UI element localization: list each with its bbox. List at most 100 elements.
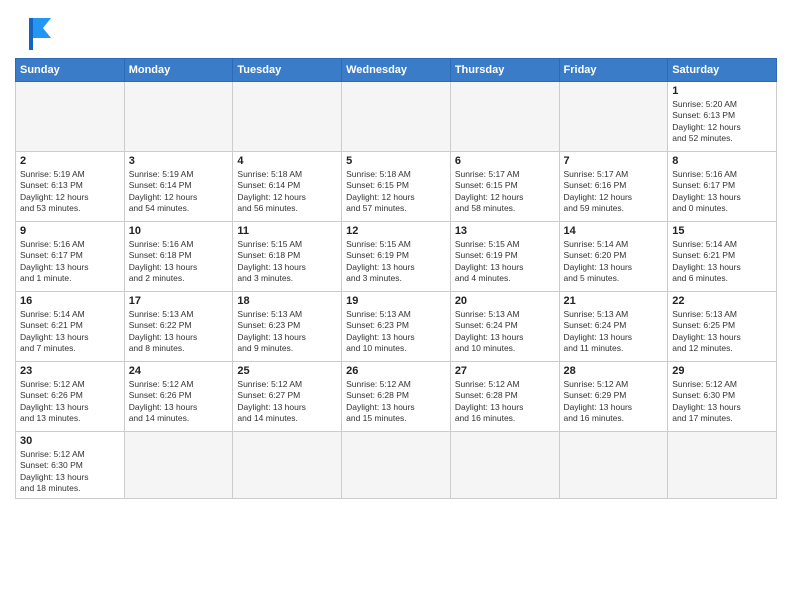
day-info: Sunrise: 5:18 AM Sunset: 6:15 PM Dayligh… — [346, 169, 446, 215]
day-info: Sunrise: 5:15 AM Sunset: 6:19 PM Dayligh… — [346, 239, 446, 285]
day-number: 5 — [346, 155, 446, 167]
calendar-day-cell: 29 Sunrise: 5:12 AM Sunset: 6:30 PM Dayli… — [668, 362, 777, 432]
day-info: Sunrise: 5:13 AM Sunset: 6:22 PM Dayligh… — [129, 309, 229, 355]
calendar-day-cell: 10 Sunrise: 5:16 AM Sunset: 6:18 PM Dayli… — [124, 222, 233, 292]
day-info: Sunrise: 5:13 AM Sunset: 6:23 PM Dayligh… — [346, 309, 446, 355]
day-info: Sunrise: 5:12 AM Sunset: 6:27 PM Dayligh… — [237, 379, 337, 425]
day-info: Sunrise: 5:12 AM Sunset: 6:28 PM Dayligh… — [455, 379, 555, 425]
day-info: Sunrise: 5:14 AM Sunset: 6:20 PM Dayligh… — [564, 239, 664, 285]
calendar-week-row: 16 Sunrise: 5:14 AM Sunset: 6:21 PM Dayli… — [16, 292, 777, 362]
day-number: 27 — [455, 365, 555, 377]
calendar-header-monday: Monday — [124, 59, 233, 82]
calendar-day-cell: 8Sunrise: 5:16 AM Sunset: 6:17 PM Daylig… — [668, 152, 777, 222]
calendar-day-cell: 7 Sunrise: 5:17 AM Sunset: 6:16 PM Daylig… — [559, 152, 668, 222]
calendar-day-cell — [450, 82, 559, 152]
calendar-day-cell: 26Sunrise: 5:12 AM Sunset: 6:28 PM Dayli… — [342, 362, 451, 432]
day-number: 19 — [346, 295, 446, 307]
page: SundayMondayTuesdayWednesdayThursdayFrid… — [0, 0, 792, 612]
calendar-day-cell: 14 Sunrise: 5:14 AM Sunset: 6:20 PM Dayli… — [559, 222, 668, 292]
calendar-day-cell: 15Sunrise: 5:14 AM Sunset: 6:21 PM Dayli… — [668, 222, 777, 292]
header-area — [15, 10, 777, 50]
day-number: 21 — [564, 295, 664, 307]
calendar-day-cell: 23 Sunrise: 5:12 AM Sunset: 6:26 PM Dayli… — [16, 362, 125, 432]
day-number: 25 — [237, 365, 337, 377]
calendar-day-cell — [233, 432, 342, 499]
day-number: 28 — [564, 365, 664, 377]
calendar-day-cell: 4 Sunrise: 5:18 AM Sunset: 6:14 PM Daylig… — [233, 152, 342, 222]
day-number: 30 — [20, 435, 120, 447]
calendar-day-cell: 17Sunrise: 5:13 AM Sunset: 6:22 PM Dayli… — [124, 292, 233, 362]
calendar-day-cell: 5 Sunrise: 5:18 AM Sunset: 6:15 PM Daylig… — [342, 152, 451, 222]
calendar-day-cell: 2 Sunrise: 5:19 AM Sunset: 6:13 PM Daylig… — [16, 152, 125, 222]
day-number: 7 — [564, 155, 664, 167]
day-number: 6 — [455, 155, 555, 167]
calendar-day-cell: 6Sunrise: 5:17 AM Sunset: 6:15 PM Daylig… — [450, 152, 559, 222]
calendar-day-cell — [124, 82, 233, 152]
calendar-week-row: 1 Sunrise: 5:20 AM Sunset: 6:13 PM Daylig… — [16, 82, 777, 152]
calendar-day-cell — [342, 82, 451, 152]
calendar-day-cell: 28Sunrise: 5:12 AM Sunset: 6:29 PM Dayli… — [559, 362, 668, 432]
calendar-day-cell: 22Sunrise: 5:13 AM Sunset: 6:25 PM Dayli… — [668, 292, 777, 362]
day-number: 12 — [346, 225, 446, 237]
day-info: Sunrise: 5:17 AM Sunset: 6:16 PM Dayligh… — [564, 169, 664, 215]
day-info: Sunrise: 5:19 AM Sunset: 6:14 PM Dayligh… — [129, 169, 229, 215]
calendar-week-row: 30 Sunrise: 5:12 AM Sunset: 6:30 PM Dayli… — [16, 432, 777, 499]
day-number: 11 — [237, 225, 337, 237]
calendar-day-cell — [559, 432, 668, 499]
calendar-day-cell — [559, 82, 668, 152]
calendar-day-cell: 20Sunrise: 5:13 AM Sunset: 6:24 PM Dayli… — [450, 292, 559, 362]
calendar-day-cell: 25 Sunrise: 5:12 AM Sunset: 6:27 PM Dayli… — [233, 362, 342, 432]
calendar-day-cell: 1 Sunrise: 5:20 AM Sunset: 6:13 PM Daylig… — [668, 82, 777, 152]
day-number: 3 — [129, 155, 229, 167]
day-number: 2 — [20, 155, 120, 167]
day-info: Sunrise: 5:12 AM Sunset: 6:26 PM Dayligh… — [129, 379, 229, 425]
day-number: 14 — [564, 225, 664, 237]
day-info: Sunrise: 5:15 AM Sunset: 6:19 PM Dayligh… — [455, 239, 555, 285]
day-number: 24 — [129, 365, 229, 377]
day-info: Sunrise: 5:14 AM Sunset: 6:21 PM Dayligh… — [20, 309, 120, 355]
day-info: Sunrise: 5:15 AM Sunset: 6:18 PM Dayligh… — [237, 239, 337, 285]
day-info: Sunrise: 5:13 AM Sunset: 6:23 PM Dayligh… — [237, 309, 337, 355]
calendar-day-cell: 18Sunrise: 5:13 AM Sunset: 6:23 PM Dayli… — [233, 292, 342, 362]
calendar-header-thursday: Thursday — [450, 59, 559, 82]
day-info: Sunrise: 5:16 AM Sunset: 6:17 PM Dayligh… — [20, 239, 120, 285]
calendar-day-cell: 11 Sunrise: 5:15 AM Sunset: 6:18 PM Dayli… — [233, 222, 342, 292]
calendar-day-cell — [16, 82, 125, 152]
day-info: Sunrise: 5:16 AM Sunset: 6:18 PM Dayligh… — [129, 239, 229, 285]
day-number: 16 — [20, 295, 120, 307]
calendar-header-wednesday: Wednesday — [342, 59, 451, 82]
calendar-header-sunday: Sunday — [16, 59, 125, 82]
day-info: Sunrise: 5:13 AM Sunset: 6:24 PM Dayligh… — [564, 309, 664, 355]
day-info: Sunrise: 5:12 AM Sunset: 6:30 PM Dayligh… — [20, 449, 120, 495]
calendar: SundayMondayTuesdayWednesdayThursdayFrid… — [15, 58, 777, 499]
calendar-day-cell: 9 Sunrise: 5:16 AM Sunset: 6:17 PM Daylig… — [16, 222, 125, 292]
day-number: 9 — [20, 225, 120, 237]
day-number: 8 — [672, 155, 772, 167]
day-number: 15 — [672, 225, 772, 237]
day-info: Sunrise: 5:13 AM Sunset: 6:25 PM Dayligh… — [672, 309, 772, 355]
day-info: Sunrise: 5:20 AM Sunset: 6:13 PM Dayligh… — [672, 99, 772, 145]
day-number: 29 — [672, 365, 772, 377]
day-number: 10 — [129, 225, 229, 237]
calendar-day-cell: 21 Sunrise: 5:13 AM Sunset: 6:24 PM Dayli… — [559, 292, 668, 362]
day-info: Sunrise: 5:12 AM Sunset: 6:30 PM Dayligh… — [672, 379, 772, 425]
calendar-header-friday: Friday — [559, 59, 668, 82]
day-number: 4 — [237, 155, 337, 167]
calendar-header-tuesday: Tuesday — [233, 59, 342, 82]
day-number: 26 — [346, 365, 446, 377]
day-number: 20 — [455, 295, 555, 307]
day-number: 1 — [672, 85, 772, 97]
day-number: 23 — [20, 365, 120, 377]
calendar-day-cell: 12 Sunrise: 5:15 AM Sunset: 6:19 PM Dayli… — [342, 222, 451, 292]
calendar-week-row: 23 Sunrise: 5:12 AM Sunset: 6:26 PM Dayli… — [16, 362, 777, 432]
calendar-day-cell — [342, 432, 451, 499]
calendar-day-cell: 24 Sunrise: 5:12 AM Sunset: 6:26 PM Dayli… — [124, 362, 233, 432]
day-info: Sunrise: 5:19 AM Sunset: 6:13 PM Dayligh… — [20, 169, 120, 215]
calendar-day-cell — [124, 432, 233, 499]
calendar-day-cell: 19 Sunrise: 5:13 AM Sunset: 6:23 PM Dayli… — [342, 292, 451, 362]
calendar-week-row: 9 Sunrise: 5:16 AM Sunset: 6:17 PM Daylig… — [16, 222, 777, 292]
logo — [15, 14, 63, 50]
day-info: Sunrise: 5:18 AM Sunset: 6:14 PM Dayligh… — [237, 169, 337, 215]
calendar-header-saturday: Saturday — [668, 59, 777, 82]
day-info: Sunrise: 5:12 AM Sunset: 6:26 PM Dayligh… — [20, 379, 120, 425]
